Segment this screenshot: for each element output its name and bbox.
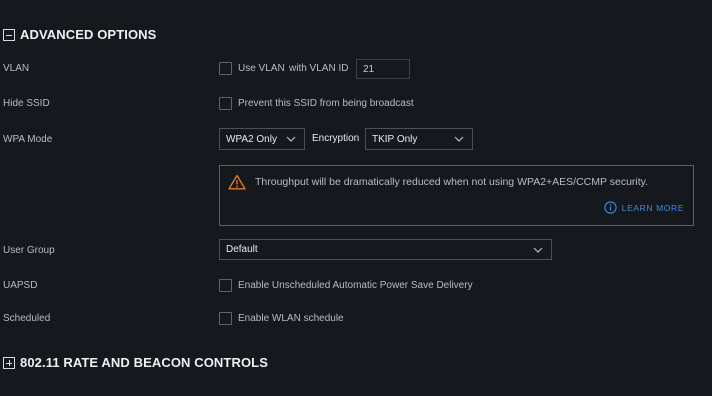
user-group-select[interactable]: Default (219, 239, 552, 260)
info-icon (604, 201, 617, 214)
uapsd-checkbox[interactable] (219, 279, 232, 292)
rate-beacon-toggle[interactable]: 802.11 RATE AND BEACON CONTROLS (3, 355, 268, 370)
encryption-label: Encryption (312, 133, 360, 144)
wpa-mode-value: WPA2 Only (226, 133, 277, 145)
vlan-label: VLAN (3, 63, 30, 74)
hide-ssid-label: Hide SSID (3, 98, 50, 109)
scheduled-label: Scheduled (3, 313, 51, 324)
use-vlan-label: Use VLAN (238, 63, 285, 74)
learn-more-link[interactable]: LEARN MORE (604, 201, 684, 214)
uapsd-checkbox-label: Enable Unscheduled Automatic Power Save … (238, 280, 473, 291)
scheduled-checkbox[interactable] (219, 312, 232, 325)
vlan-id-input[interactable]: 21 (356, 59, 410, 79)
rate-beacon-title: 802.11 RATE AND BEACON CONTROLS (20, 355, 268, 370)
scheduled-checkbox-label: Enable WLAN schedule (238, 313, 344, 324)
user-group-value: Default (226, 244, 258, 255)
learn-more-text: LEARN MORE (621, 202, 684, 213)
wpa-mode-select[interactable]: WPA2 Only (219, 128, 305, 150)
vlan-id-value: 21 (363, 63, 375, 75)
collapse-icon (3, 28, 15, 41)
use-vlan-checkbox[interactable] (219, 62, 232, 75)
chevron-down-icon (454, 136, 464, 142)
chevron-down-icon (286, 136, 296, 142)
hide-ssid-checkbox-label: Prevent this SSID from being broadcast (238, 98, 414, 109)
user-group-label: User Group (3, 245, 55, 256)
chevron-down-icon (533, 247, 543, 253)
encryption-value: TKIP Only (372, 133, 418, 145)
wpa-mode-label: WPA Mode (3, 134, 53, 145)
hide-ssid-checkbox[interactable] (219, 97, 232, 110)
warning-icon (228, 174, 246, 190)
encryption-select[interactable]: TKIP Only (365, 128, 473, 150)
advanced-options-title: ADVANCED OPTIONS (20, 27, 157, 42)
security-warning-box: Throughput will be dramatically reduced … (219, 165, 694, 226)
warning-text: Throughput will be dramatically reduced … (255, 176, 649, 188)
vlan-id-label: with VLAN ID (289, 63, 349, 74)
advanced-options-toggle[interactable]: ADVANCED OPTIONS (3, 27, 156, 42)
expand-icon (3, 356, 15, 369)
uapsd-label: UAPSD (3, 280, 38, 291)
